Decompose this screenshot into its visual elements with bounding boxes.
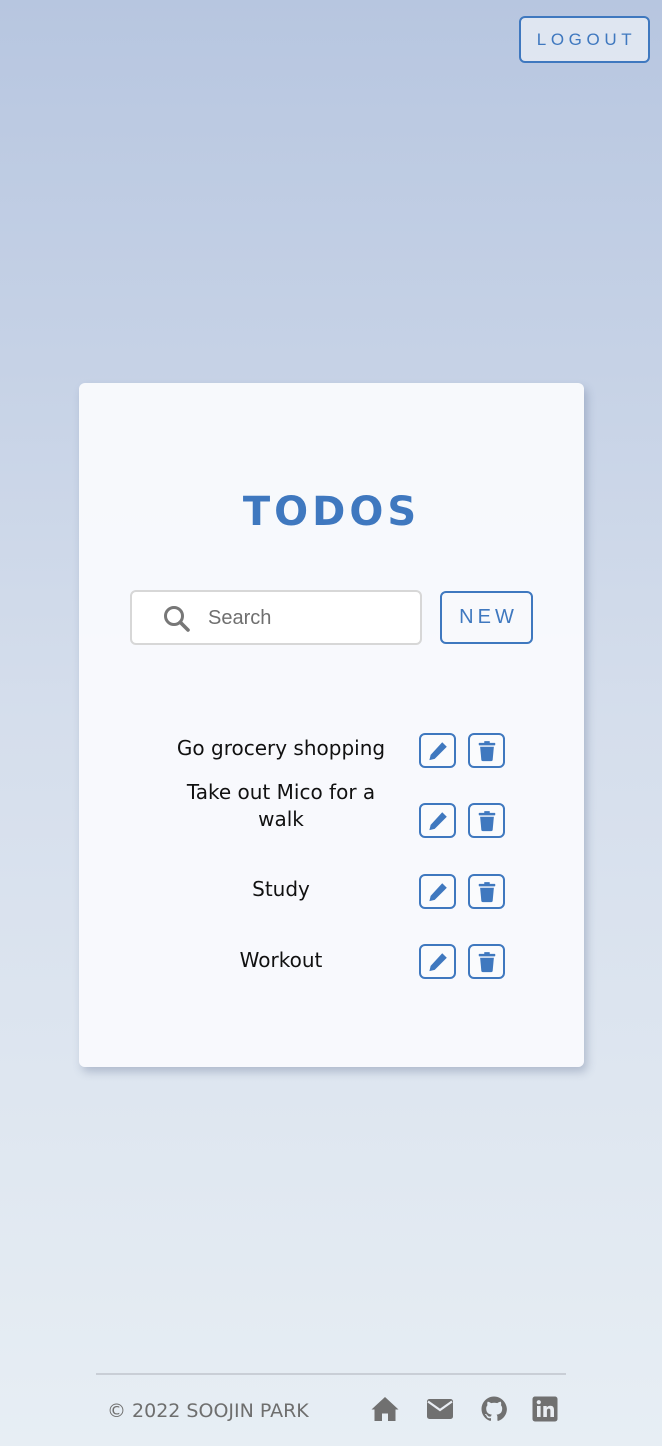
todo-item: Take out Mico for a walk [79, 779, 584, 839]
search-input[interactable] [208, 602, 408, 634]
trash-icon [478, 881, 495, 902]
edit-button[interactable] [419, 733, 456, 768]
pencil-icon [428, 882, 447, 901]
home-icon[interactable] [370, 1394, 400, 1424]
pencil-icon [428, 741, 447, 760]
edit-button[interactable] [419, 874, 456, 909]
delete-button[interactable] [468, 803, 505, 838]
search-box[interactable] [130, 590, 422, 645]
github-icon[interactable] [479, 1394, 509, 1424]
page-title: TODOS [242, 489, 421, 535]
copyright-text: © 2022 SOOJIN PARK [107, 1400, 309, 1422]
search-icon [164, 606, 190, 632]
linkedin-icon[interactable] [530, 1394, 560, 1424]
todo-item: Workout [79, 944, 584, 980]
todo-text: Take out Mico for a walk [186, 780, 376, 831]
todo-text: Workout [239, 948, 323, 972]
todo-text: Study [252, 877, 310, 901]
envelope-icon[interactable] [425, 1394, 455, 1424]
pencil-icon [428, 811, 447, 830]
trash-icon [478, 740, 495, 761]
delete-button[interactable] [468, 733, 505, 768]
todo-item: Go grocery shopping [79, 733, 584, 769]
delete-button[interactable] [468, 944, 505, 979]
edit-button[interactable] [419, 944, 456, 979]
todo-text: Go grocery shopping [176, 736, 386, 760]
pencil-icon [428, 952, 447, 971]
edit-button[interactable] [419, 803, 456, 838]
trash-icon [478, 810, 495, 831]
todo-item: Study [79, 874, 584, 910]
logout-button[interactable]: LOGOUT [519, 16, 650, 63]
todo-card: TODOS NEW Go grocery shopping Take out M… [79, 383, 584, 1067]
delete-button[interactable] [468, 874, 505, 909]
new-todo-button[interactable]: NEW [440, 591, 533, 644]
trash-icon [478, 951, 495, 972]
footer-divider [96, 1373, 566, 1375]
